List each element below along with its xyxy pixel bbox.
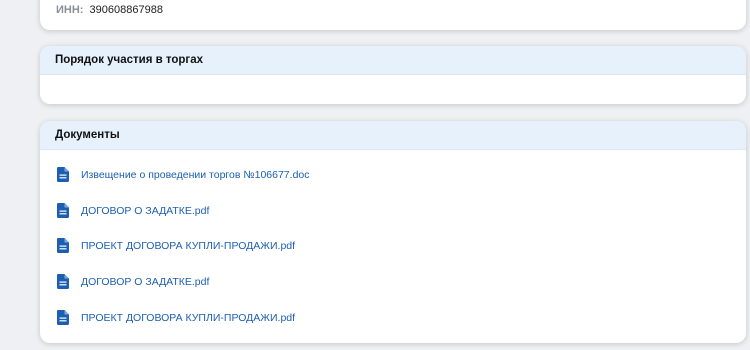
inn-label: ИНН: [56,4,84,16]
document-icon [57,274,69,289]
documents-card: Документы Извещение о проведении торгов … [40,121,746,343]
procedure-title: Порядок участия в торгах [40,46,746,75]
inn-value: 390608867988 [89,4,163,16]
document-item[interactable]: ДОГОВОР О ЗАДАТКЕ.pdf [57,274,209,289]
document-link[interactable]: ПРОЕКТ ДОГОВОРА КУПЛИ-ПРОДАЖИ.pdf [81,240,295,252]
document-icon [57,203,69,218]
document-link[interactable]: Извещение о проведении торгов №106677.do… [81,169,310,181]
document-link[interactable]: ДОГОВОР О ЗАДАТКЕ.pdf [81,205,209,217]
document-icon [57,167,69,182]
organizer-info-card: ИНН: 390608867988 [40,0,746,30]
procedure-card: Порядок участия в торгах [40,46,746,104]
document-link[interactable]: ДОГОВОР О ЗАДАТКЕ.pdf [81,276,209,288]
document-icon [57,310,69,325]
document-item[interactable]: ПРОЕКТ ДОГОВОРА КУПЛИ-ПРОДАЖИ.pdf [57,238,295,253]
document-item[interactable]: ДОГОВОР О ЗАДАТКЕ.pdf [57,203,209,218]
documents-title: Документы [40,121,746,150]
document-item[interactable]: Извещение о проведении торгов №106677.do… [57,167,310,182]
document-item[interactable]: ПРОЕКТ ДОГОВОРА КУПЛИ-ПРОДАЖИ.pdf [57,310,295,325]
document-link[interactable]: ПРОЕКТ ДОГОВОРА КУПЛИ-ПРОДАЖИ.pdf [81,312,295,324]
inn-line: ИНН: 390608867988 [56,4,163,16]
document-icon [57,238,69,253]
